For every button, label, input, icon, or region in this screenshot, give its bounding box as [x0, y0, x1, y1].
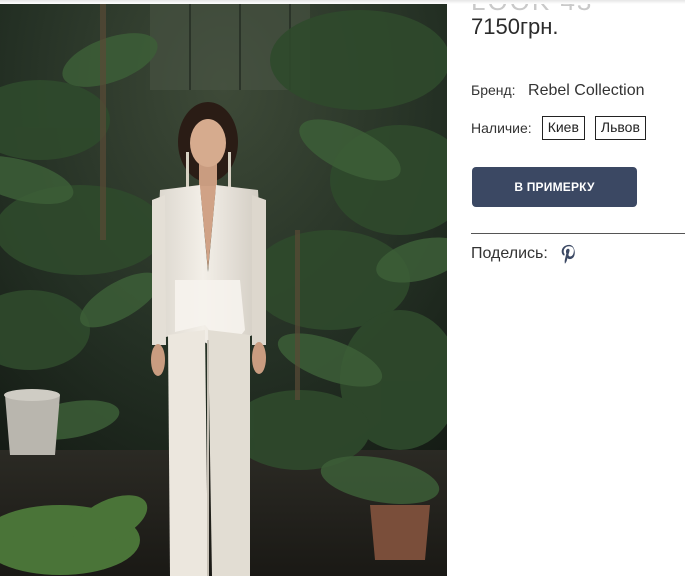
availability-label: Наличие:	[471, 120, 532, 136]
divider	[471, 233, 685, 234]
pinterest-icon[interactable]	[558, 243, 580, 265]
brand-label: Бренд:	[471, 82, 516, 98]
product-price: 7150грн.	[471, 14, 559, 39]
product-photo-image	[0, 0, 447, 576]
product-details: LOOK 43 7150грн. Бренд: Rebel Collection…	[447, 0, 685, 576]
brand-value: Rebel Collection	[528, 82, 645, 99]
store-tag-lviv[interactable]: Львов	[594, 116, 646, 140]
brand-row: Бренд: Rebel Collection	[471, 82, 645, 100]
share-label: Поделись:	[471, 245, 548, 262]
availability-row: Наличие: Киев Львов	[471, 116, 646, 140]
product-page: LOOK 43 7150грн. Бренд: Rebel Collection…	[0, 0, 685, 576]
share-row: Поделись:	[471, 243, 580, 265]
product-photo[interactable]	[0, 0, 447, 576]
header-shadow	[0, 0, 685, 4]
add-to-fitting-button[interactable]: В ПРИМЕРКУ	[472, 167, 637, 207]
store-tag-kyiv[interactable]: Киев	[541, 116, 585, 140]
